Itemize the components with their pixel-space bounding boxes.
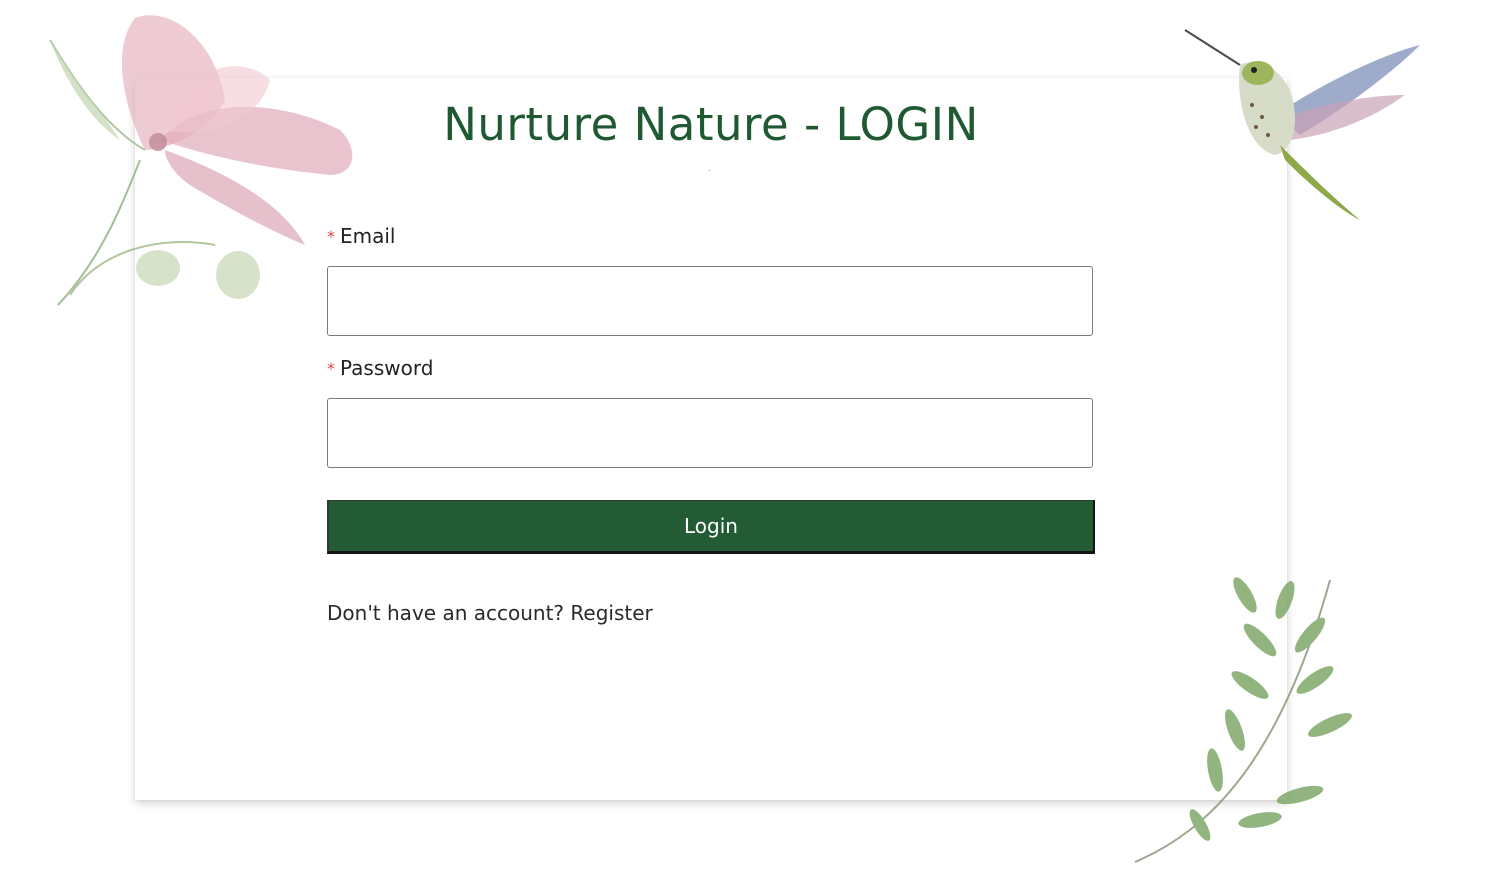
register-link[interactable]: Register [570, 601, 652, 625]
leafy-branch-illustration [1134, 577, 1352, 863]
password-input[interactable] [327, 398, 1093, 468]
divider-dot [709, 170, 710, 171]
register-prompt-text: Don't have an account? [327, 601, 565, 625]
register-prompt: Don't have an account? Register [327, 601, 653, 625]
login-page: Nurture Nature - LOGIN * Email * Password … [0, 0, 1491, 883]
email-label-text: Email [340, 224, 396, 248]
password-label: * Password [327, 356, 433, 380]
page-title: Nurture Nature - LOGIN [443, 98, 979, 151]
email-label: * Email [327, 224, 396, 248]
login-button[interactable]: Login [327, 500, 1095, 554]
flower-illustration [49, 15, 353, 306]
required-asterisk-icon: * [327, 359, 335, 378]
required-asterisk-icon: * [327, 227, 335, 246]
email-input[interactable] [327, 266, 1093, 336]
password-label-text: Password [340, 356, 434, 380]
